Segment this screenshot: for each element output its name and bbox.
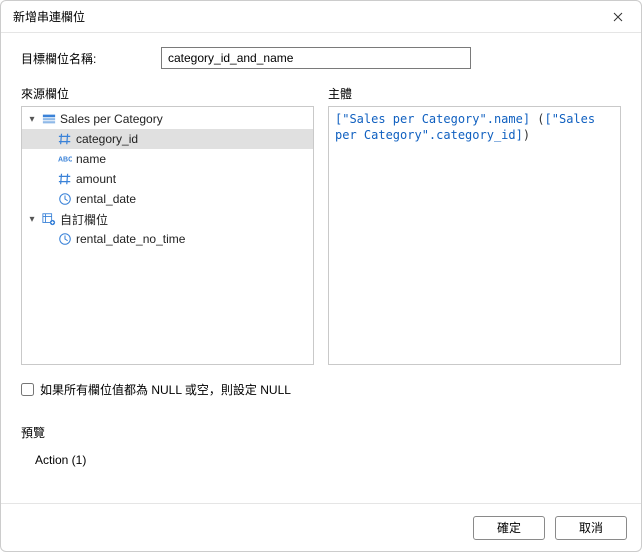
body-label: 主體 — [328, 85, 621, 102]
middle-panels: 來源欄位 ▾ Sales per Category — [21, 85, 621, 365]
body-panel: 主體 ["Sales per Category".name] (["Sales … — [328, 85, 621, 365]
target-row: 目標欄位名稱: — [21, 47, 621, 69]
null-option-row: 如果所有欄位值都為 NULL 或空，則設定 NULL — [21, 381, 621, 398]
window-title: 新增串連欄位 — [13, 8, 85, 25]
tree-item-label: name — [76, 152, 106, 166]
source-panel: 來源欄位 ▾ Sales per Category — [21, 85, 314, 365]
tree-item-amount[interactable]: amount — [22, 169, 313, 189]
tree-group-label: 自訂欄位 — [60, 211, 108, 228]
tree-group-sales[interactable]: ▾ Sales per Category — [22, 109, 313, 129]
tree-item-label: category_id — [76, 132, 138, 146]
source-tree-box: ▾ Sales per Category category_id — [21, 106, 314, 365]
hash-icon — [57, 131, 73, 147]
tree-item-label: amount — [76, 172, 116, 186]
tree-item-category-id[interactable]: category_id — [22, 129, 313, 149]
title-bar: 新增串連欄位 — [1, 1, 641, 33]
null-checkbox-label[interactable]: 如果所有欄位值都為 NULL 或空，則設定 NULL — [40, 381, 291, 398]
close-icon — [613, 12, 623, 22]
clock-icon — [57, 191, 73, 207]
body-expression: ["Sales per Category".name] (["Sales per… — [329, 107, 620, 147]
chevron-down-icon: ▾ — [26, 113, 38, 125]
tree-group-label: Sales per Category — [60, 112, 163, 126]
table-icon — [41, 111, 57, 127]
target-label: 目標欄位名稱: — [21, 50, 151, 67]
chevron-down-icon: ▾ — [26, 213, 38, 225]
tree-item-rental-date[interactable]: rental_date — [22, 189, 313, 209]
svg-text:ABC: ABC — [58, 157, 72, 164]
preview-label: 預覽 — [21, 424, 621, 441]
tree-item-label: rental_date — [76, 192, 136, 206]
source-label: 來源欄位 — [21, 85, 314, 102]
custom-fields-icon — [41, 211, 57, 227]
dialog-footer: 確定 取消 — [1, 503, 641, 551]
tree-group-custom[interactable]: ▾ 自訂欄位 — [22, 209, 313, 229]
target-name-input[interactable] — [161, 47, 471, 69]
ok-button[interactable]: 確定 — [473, 516, 545, 540]
abc-icon: ABC — [57, 151, 73, 167]
preview-section: 預覽 Action (1) — [21, 424, 621, 467]
tree-item-label: rental_date_no_time — [76, 232, 185, 246]
tree-item-name[interactable]: ABC name — [22, 149, 313, 169]
close-button[interactable] — [595, 1, 641, 32]
null-checkbox[interactable] — [21, 383, 34, 396]
body-editor[interactable]: ["Sales per Category".name] (["Sales per… — [328, 106, 621, 365]
dialog-content: 目標欄位名稱: 來源欄位 ▾ Sales per Category — [1, 33, 641, 503]
cancel-button[interactable]: 取消 — [555, 516, 627, 540]
tree-item-rental-date-no-time[interactable]: rental_date_no_time — [22, 229, 313, 249]
source-tree: ▾ Sales per Category category_id — [22, 107, 313, 251]
hash-icon — [57, 171, 73, 187]
preview-value: Action (1) — [21, 453, 621, 467]
clock-icon — [57, 231, 73, 247]
